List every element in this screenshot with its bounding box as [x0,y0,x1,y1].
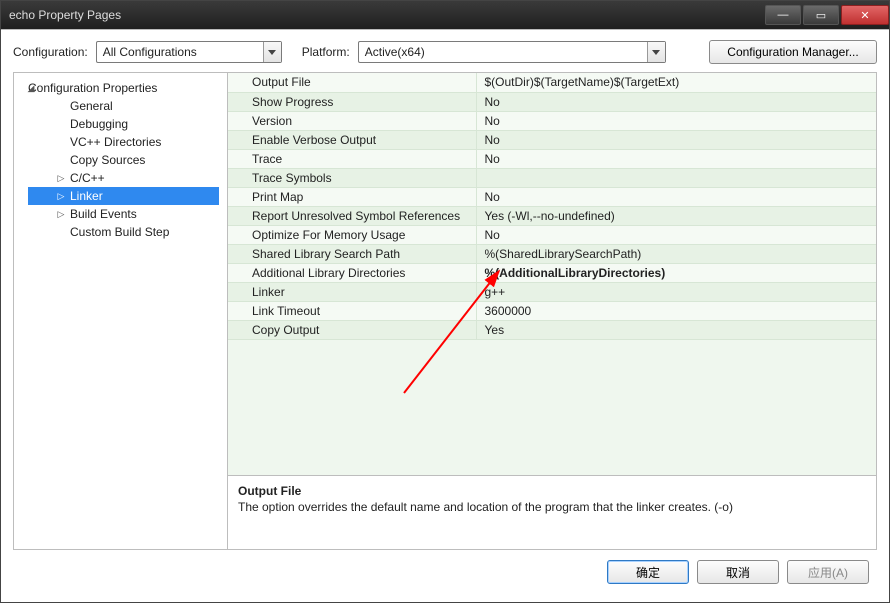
cancel-button[interactable]: 取消 [697,560,779,584]
tree-item-custom-build-step[interactable]: Custom Build Step [28,223,219,241]
property-name: Copy Output [228,320,476,339]
close-button[interactable]: ✕ [841,5,889,25]
property-row-verbose[interactable]: Enable Verbose OutputNo [228,130,876,149]
tree-item-label: Build Events [70,207,137,221]
tree-item-vcpp-directories[interactable]: VC++ Directories [28,133,219,151]
help-body: The option overrides the default name an… [238,500,866,514]
tree-item-c-cpp[interactable]: ▷ C/C++ [28,169,219,187]
expander-collapse-icon[interactable]: ◢ [26,83,36,93]
tree-item-general[interactable]: General [28,97,219,115]
configuration-manager-button[interactable]: Configuration Manager... [709,40,877,64]
window-titlebar: echo Property Pages — ▭ ✕ [1,1,889,29]
property-grid[interactable]: Output File$(OutDir)$(TargetName)$(Targe… [228,73,876,475]
expander-expand-icon[interactable]: ▷ [56,173,66,183]
tree-item-label: General [70,99,113,113]
property-value[interactable]: Yes [476,320,876,339]
tree-item-label: C/C++ [70,171,105,185]
property-name: Optimize For Memory Usage [228,225,476,244]
tree-item-label: Copy Sources [70,153,145,167]
property-value[interactable]: $(OutDir)$(TargetName)$(TargetExt) [476,73,876,92]
configuration-bar: Configuration: All Configurations Platfo… [13,40,877,64]
platform-label: Platform: [302,45,350,59]
configuration-combo-value: All Configurations [97,45,203,59]
property-name: Link Timeout [228,301,476,320]
expander-expand-icon[interactable]: ▷ [56,209,66,219]
configuration-label: Configuration: [13,45,88,59]
property-name: Enable Verbose Output [228,130,476,149]
property-value[interactable]: No [476,111,876,130]
property-value[interactable]: No [476,187,876,206]
help-panel: Output File The option overrides the def… [228,475,876,549]
tree-item-label: Linker [70,189,103,203]
property-value[interactable]: %(AdditionalLibraryDirectories) [476,263,876,282]
property-row-copy-output[interactable]: Copy OutputYes [228,320,876,339]
property-value[interactable]: Yes (-Wl,--no-undefined) [476,206,876,225]
property-name: Additional Library Directories [228,263,476,282]
tree-item-label: VC++ Directories [70,135,161,149]
tree-item-label: Debugging [70,117,128,131]
tree-item-copy-sources[interactable]: Copy Sources [28,151,219,169]
property-row-optimize-memory[interactable]: Optimize For Memory UsageNo [228,225,876,244]
tree-item-debugging[interactable]: Debugging [28,115,219,133]
property-name: Trace [228,149,476,168]
window-title: echo Property Pages [9,8,763,22]
property-value[interactable]: No [476,149,876,168]
tree-item-build-events[interactable]: ▷ Build Events [28,205,219,223]
chevron-down-icon [647,42,665,62]
platform-combo-value: Active(x64) [359,45,431,59]
property-row-show-progress[interactable]: Show ProgressNo [228,92,876,111]
nav-tree[interactable]: ◢ Configuration Properties General Debug… [14,73,228,549]
property-value[interactable]: No [476,130,876,149]
property-name: Report Unresolved Symbol References [228,206,476,225]
ok-button[interactable]: 确定 [607,560,689,584]
dialog-buttons: 确定 取消 应用(A) [13,550,877,592]
property-value[interactable]: No [476,92,876,111]
tree-item-label: Configuration Properties [28,81,157,95]
minimize-button[interactable]: — [765,5,801,25]
chevron-down-icon [263,42,281,62]
apply-button[interactable]: 应用(A) [787,560,869,584]
tree-item-linker[interactable]: ▷ Linker [28,187,219,205]
help-title: Output File [238,484,866,498]
platform-combo[interactable]: Active(x64) [358,41,666,63]
maximize-button[interactable]: ▭ [803,5,839,25]
property-name: Print Map [228,187,476,206]
property-value[interactable]: g++ [476,282,876,301]
property-row-linker[interactable]: Linkerg++ [228,282,876,301]
property-row-output-file[interactable]: Output File$(OutDir)$(TargetName)$(Targe… [228,73,876,92]
property-row-trace[interactable]: TraceNo [228,149,876,168]
property-name: Show Progress [228,92,476,111]
property-row-unresolved-references[interactable]: Report Unresolved Symbol ReferencesYes (… [228,206,876,225]
property-name: Trace Symbols [228,168,476,187]
property-row-shared-lib-path[interactable]: Shared Library Search Path%(SharedLibrar… [228,244,876,263]
property-value[interactable]: No [476,225,876,244]
configuration-combo[interactable]: All Configurations [96,41,282,63]
property-name: Linker [228,282,476,301]
property-row-trace-symbols[interactable]: Trace Symbols [228,168,876,187]
property-name: Shared Library Search Path [228,244,476,263]
tree-root-configuration-properties[interactable]: ◢ Configuration Properties General Debug… [18,79,223,243]
property-name: Version [228,111,476,130]
property-value[interactable] [476,168,876,187]
expander-expand-icon[interactable]: ▷ [56,191,66,201]
property-value[interactable]: 3600000 [476,301,876,320]
property-row-additional-lib-dirs[interactable]: Additional Library Directories%(Addition… [228,263,876,282]
property-value[interactable]: %(SharedLibrarySearchPath) [476,244,876,263]
tree-item-label: Custom Build Step [70,225,169,239]
property-row-link-timeout[interactable]: Link Timeout3600000 [228,301,876,320]
property-name: Output File [228,73,476,92]
property-row-print-map[interactable]: Print MapNo [228,187,876,206]
property-row-version[interactable]: VersionNo [228,111,876,130]
